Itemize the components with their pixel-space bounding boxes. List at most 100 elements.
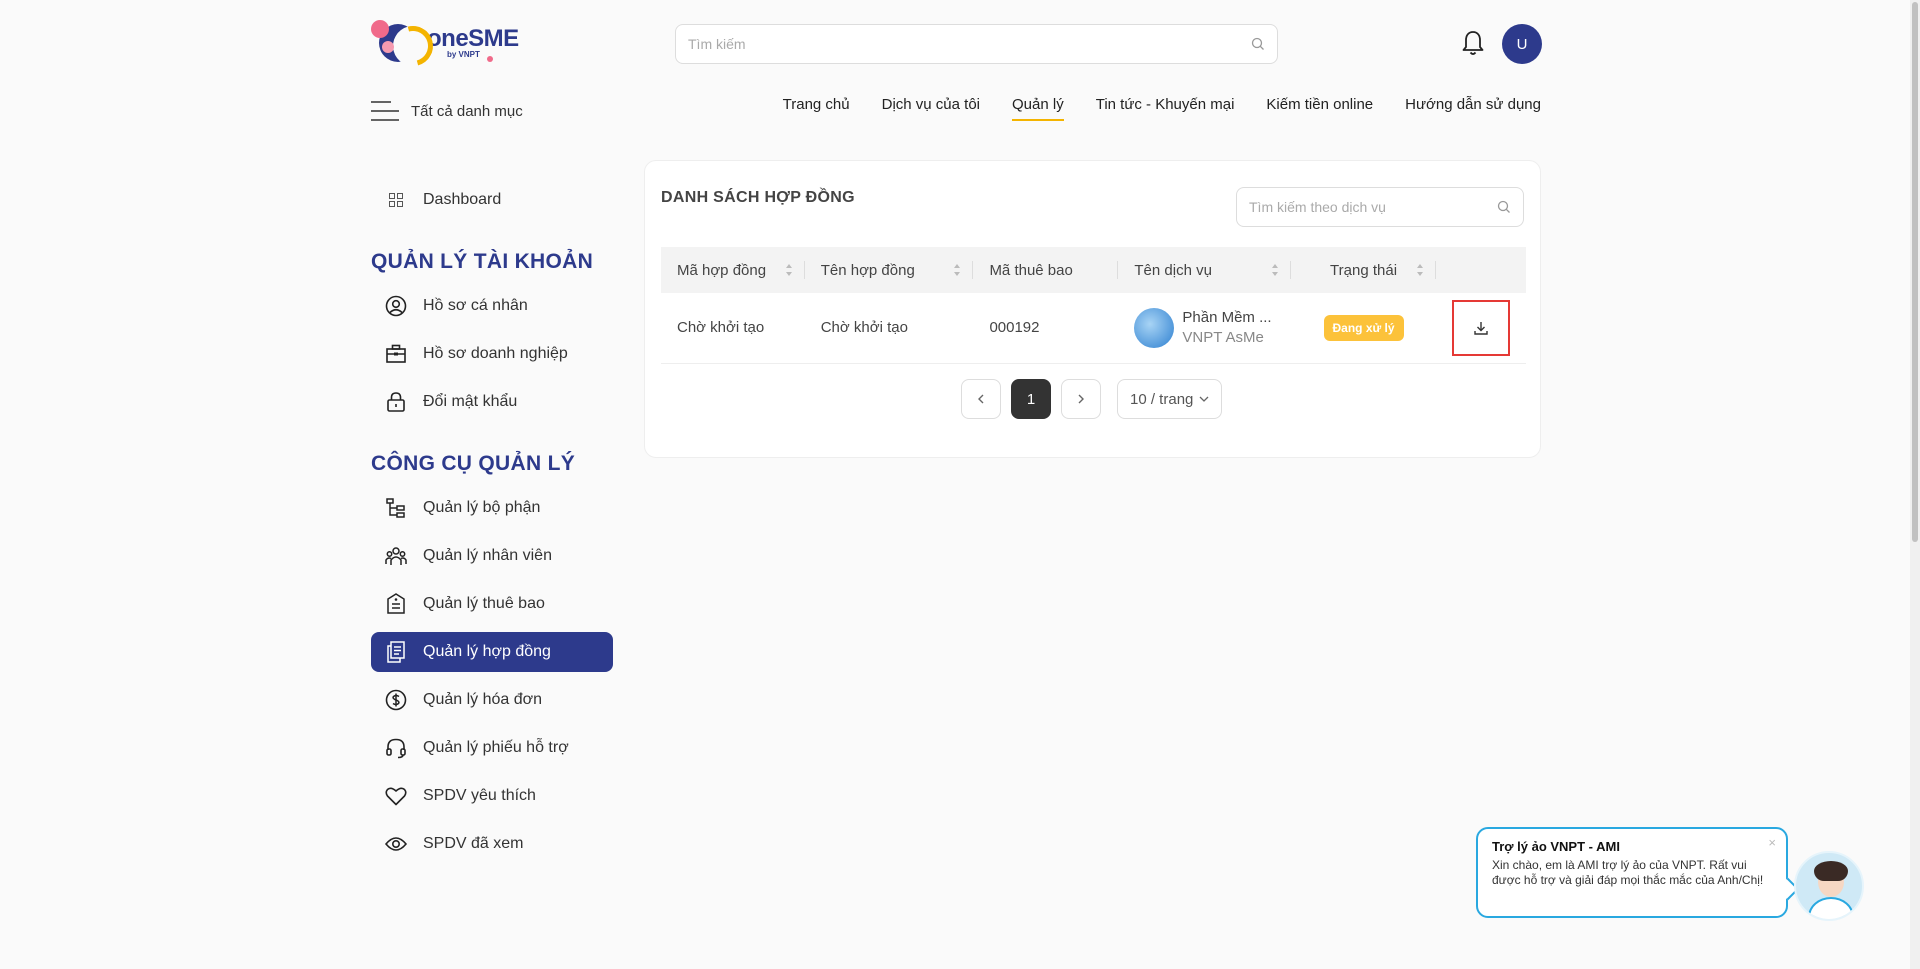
search-icon[interactable] (1497, 200, 1511, 214)
sidebar: Dashboard QUẢN LÝ TÀI KHOẢN Hồ sơ cá nhâ… (371, 180, 613, 872)
eye-icon (385, 833, 407, 855)
sidebar-item-support-tickets[interactable]: Quản lý phiếu hỗ trợ (371, 728, 613, 768)
user-circle-icon (385, 295, 407, 317)
sidebar-item-employees[interactable]: Quản lý nhân viên (371, 536, 613, 576)
sidebar-item-contracts[interactable]: Quản lý hợp đồng (371, 632, 613, 672)
page-size-select[interactable]: 10 / trang (1117, 379, 1223, 419)
cell-contract-name: Chờ khởi tạo (804, 293, 974, 364)
sort-icon[interactable] (785, 263, 793, 277)
column-header-subscription-code: Mã thuê bao (973, 247, 1119, 293)
sidebar-item-change-password[interactable]: Đổi mật khẩu (371, 382, 613, 422)
logo-subtext: by VNPT (447, 50, 480, 59)
nav-management[interactable]: Quản lý (1012, 96, 1064, 121)
section-heading-account: QUẢN LÝ TÀI KHOẢN (371, 250, 594, 273)
sidebar-item-label: Quản lý nhân viên (423, 547, 552, 564)
chevron-down-icon (1199, 394, 1209, 404)
column-header-status[interactable]: Trạng thái (1291, 247, 1436, 293)
service-name[interactable]: Phần Mềm ... (1182, 308, 1271, 328)
nav-home[interactable]: Trang chủ (783, 96, 850, 121)
scrollbar-thumb[interactable] (1912, 2, 1918, 542)
logo-text: oneSME (427, 25, 519, 52)
page-button-current[interactable]: 1 (1011, 379, 1051, 419)
avatar[interactable]: U (1502, 24, 1542, 64)
global-search[interactable] (675, 24, 1278, 64)
sidebar-item-dashboard[interactable]: Dashboard (371, 180, 613, 220)
documents-icon (385, 641, 407, 663)
sidebar-item-label: Đổi mật khẩu (423, 393, 518, 410)
assistant-message: Xin chào, em là AMI trợ lý ảo của VNPT. … (1492, 858, 1764, 887)
dollar-circle-icon (385, 689, 407, 711)
cell-service: Phần Mềm ... VNPT AsMe (1118, 293, 1292, 364)
users-group-icon (385, 545, 407, 567)
bell-icon[interactable] (1460, 28, 1486, 58)
subscription-tag-icon (385, 593, 407, 615)
logo-mark-icon (371, 20, 423, 66)
sidebar-item-invoices[interactable]: Quản lý hóa đơn (371, 680, 613, 720)
chevron-left-icon (976, 394, 986, 404)
pagination: 1 10 / trang (961, 379, 1223, 419)
sort-icon[interactable] (953, 263, 961, 277)
sort-icon[interactable] (1271, 263, 1279, 277)
cell-actions (1435, 293, 1526, 364)
cell-contract-code: Chờ khởi tạo (661, 293, 805, 364)
page-title: DANH SÁCH HỢP ĐỒNG (661, 189, 855, 206)
page-size-value: 10 / trang (1130, 390, 1194, 408)
org-tree-icon (385, 497, 407, 519)
headset-icon (385, 737, 407, 759)
section-heading-tools: CÔNG CỤ QUẢN LÝ (371, 452, 575, 475)
sidebar-item-label: SPDV yêu thích (423, 787, 536, 804)
column-header-contract-code[interactable]: Mã hợp đồng (661, 247, 805, 293)
sidebar-item-label: Quản lý hóa đơn (423, 691, 543, 708)
sidebar-item-label: Quản lý bộ phận (423, 499, 541, 516)
cell-status: Đang xử lý (1291, 293, 1436, 364)
service-search-input[interactable] (1249, 199, 1497, 215)
service-search[interactable] (1236, 187, 1524, 227)
service-logo (1134, 307, 1175, 348)
search-icon[interactable] (1251, 37, 1265, 51)
service-provider: VNPT AsMe (1182, 328, 1264, 346)
sidebar-item-favorites[interactable]: SPDV yêu thích (371, 776, 613, 816)
hamburger-menu-icon (371, 99, 399, 123)
column-header-contract-name[interactable]: Tên hợp đồng (804, 247, 974, 293)
sidebar-item-label: Hồ sơ doanh nghiệp (423, 345, 568, 362)
sidebar-item-subscriptions[interactable]: Quản lý thuê bao (371, 584, 613, 624)
table-header-row: Mã hợp đồng Tên hợp đồng Mã thuê bao Tên… (661, 247, 1526, 293)
sidebar-item-personal-profile[interactable]: Hồ sơ cá nhân (371, 286, 613, 326)
sidebar-item-label: Quản lý hợp đồng (423, 643, 551, 660)
global-search-input[interactable] (688, 36, 1251, 52)
nav-earn-online[interactable]: Kiếm tiền online (1266, 96, 1373, 121)
status-badge: Đang xử lý (1323, 314, 1404, 341)
dashboard-icon (385, 189, 407, 211)
close-icon[interactable]: × (1768, 835, 1776, 850)
table-row[interactable]: Chờ khởi tạo Chờ khởi tạo 000192 Phần Mề… (661, 293, 1526, 364)
column-header-actions (1435, 247, 1526, 293)
prev-page-button[interactable] (961, 379, 1001, 419)
onesme-logo[interactable]: oneSME by VNPT (371, 20, 521, 66)
nav-news-promotions[interactable]: Tin tức - Khuyến mại (1096, 96, 1235, 121)
lock-icon (385, 391, 407, 413)
nav-user-guide[interactable]: Hướng dẫn sử dụng (1405, 96, 1541, 121)
download-button[interactable] (1451, 299, 1510, 356)
assistant-title: Trợ lý ảo VNPT - AMI (1492, 839, 1620, 854)
sidebar-item-label: Dashboard (423, 191, 502, 208)
top-navigation: Trang chủ Dịch vụ của tôi Quản lý Tin tứ… (783, 96, 1541, 121)
sidebar-item-label: Quản lý phiếu hỗ trợ (423, 739, 569, 756)
all-categories-button[interactable]: Tất cả danh mục (371, 96, 523, 126)
download-icon (1474, 321, 1488, 335)
sidebar-item-viewed[interactable]: SPDV đã xem (371, 824, 613, 864)
contracts-table: Mã hợp đồng Tên hợp đồng Mã thuê bao Tên… (661, 247, 1526, 364)
page-scrollbar[interactable] (1910, 0, 1920, 969)
sidebar-item-business-profile[interactable]: Hồ sơ doanh nghiệp (371, 334, 613, 374)
sort-icon[interactable] (1416, 263, 1424, 277)
assistant-chat-bubble[interactable]: Trợ lý ảo VNPT - AMI Xin chào, em là AMI… (1476, 827, 1800, 918)
assistant-avatar[interactable] (1794, 851, 1864, 921)
briefcase-icon (385, 343, 407, 365)
nav-my-services[interactable]: Dịch vụ của tôi (882, 96, 980, 121)
contracts-card: DANH SÁCH HỢP ĐỒNG Mã hợp đồng Tên hợp đ… (644, 160, 1541, 458)
sidebar-item-departments[interactable]: Quản lý bộ phận (371, 488, 613, 528)
sidebar-item-label: Quản lý thuê bao (423, 595, 545, 612)
column-header-service-name[interactable]: Tên dịch vụ (1118, 247, 1292, 293)
next-page-button[interactable] (1061, 379, 1101, 419)
heart-icon (385, 785, 407, 807)
all-categories-label: Tất cả danh mục (411, 102, 523, 120)
